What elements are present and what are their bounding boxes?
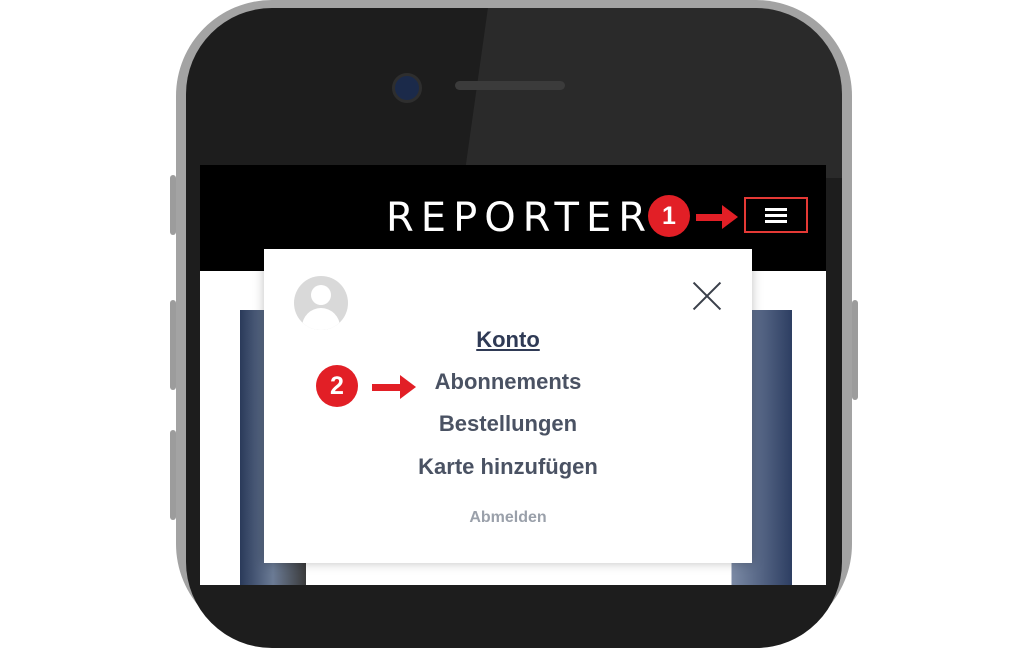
power-button [852, 300, 858, 400]
camera-icon [392, 73, 422, 103]
user-avatar-icon [294, 276, 348, 330]
menu-item-karte-hinzufuegen[interactable]: Karte hinzufügen [264, 454, 752, 480]
step-1-badge: 1 [648, 195, 690, 237]
volume-button [170, 300, 176, 390]
menu-item-bestellungen[interactable]: Bestellungen [264, 411, 752, 437]
menu-button[interactable] [744, 197, 808, 233]
arrow-right-icon [696, 205, 738, 229]
account-menu-panel: Konto 2 Abonnements Bestellungen Karte h… [264, 249, 752, 563]
phone-screen: REPORTER 1 Konto 2 Abonnements Bestellun… [200, 165, 826, 585]
volume-button [170, 430, 176, 520]
logout-link[interactable]: Abmelden [264, 509, 752, 527]
speaker-grille [455, 81, 565, 90]
menu-item-abonnements[interactable]: Abonnements [264, 369, 752, 395]
hamburger-icon [765, 208, 787, 223]
brand-logo[interactable]: REPORTER [386, 195, 653, 241]
menu-item-konto[interactable]: Konto [264, 327, 752, 353]
volume-button [170, 175, 176, 235]
close-icon[interactable] [692, 281, 722, 311]
